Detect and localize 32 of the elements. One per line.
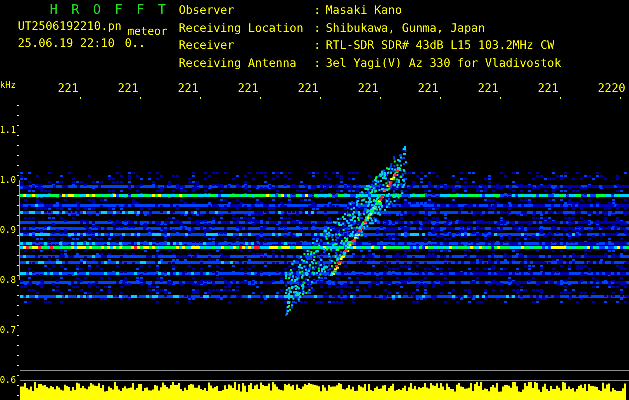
- frequency-label: 221: [358, 81, 379, 95]
- field-label: Receiving Antenna: [179, 56, 298, 72]
- frequency-label: 221: [418, 81, 439, 95]
- separator: :: [314, 56, 322, 72]
- frequency-label: 221: [478, 81, 499, 95]
- frequency-label: 221: [298, 81, 319, 95]
- separator: :: [314, 22, 322, 36]
- axis-label: 1.0: [0, 176, 16, 186]
- axis-label: 0.6: [0, 376, 16, 386]
- field-label: Observer: [179, 4, 236, 19]
- frequency-label: 221: [58, 81, 79, 95]
- separator: :: [314, 4, 322, 19]
- field-value: Shibukawa, Gunma, Japan: [326, 22, 486, 36]
- timestamp: 25.06.19 22:10: [18, 35, 115, 52]
- axis-label: 1.1: [0, 126, 16, 136]
- field-value: Masaki Kano: [326, 4, 404, 19]
- field-label: Receiver: [179, 39, 236, 54]
- unit-label: kHz: [0, 81, 16, 91]
- field-value: 3el Yagi(V) Az 330 for Vladivostok: [326, 56, 562, 72]
- frequency-label: 221: [178, 81, 199, 95]
- axis-label: 0.8: [0, 276, 16, 286]
- separator: :: [314, 39, 322, 54]
- field-label: Receiving Location: [179, 22, 305, 36]
- frequency-label: 221: [538, 81, 559, 95]
- app-title: H R O F F T: [49, 4, 170, 18]
- axis-label: 0.7: [0, 326, 16, 336]
- frequency-label: 2220: [598, 81, 626, 95]
- frequency-label: 221: [238, 81, 259, 95]
- file-name: UT2506192210.pn: [18, 18, 122, 35]
- frequency-label: 221: [118, 81, 139, 95]
- field-value: RTL-SDR SDR# 43dB L15 103.2MHz CW: [326, 39, 556, 54]
- axis-label: 0.9: [0, 226, 16, 236]
